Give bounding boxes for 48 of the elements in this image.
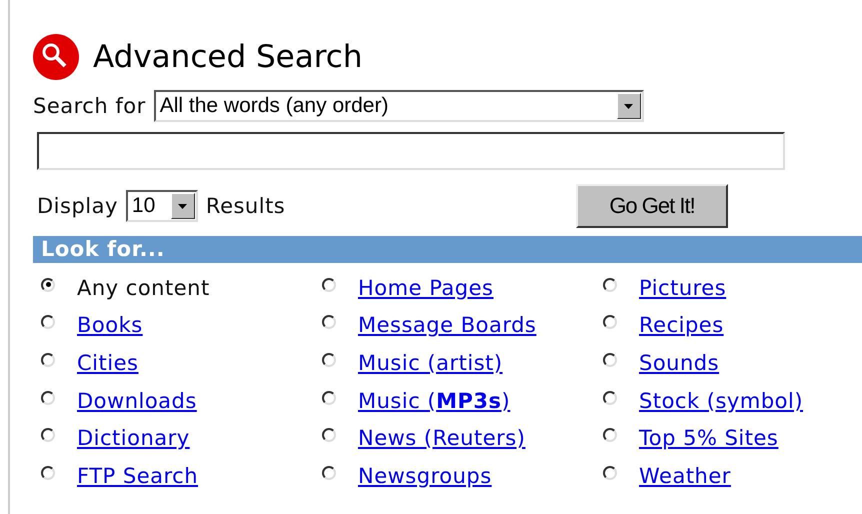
dropdown-arrow-icon xyxy=(624,104,634,108)
radio-button[interactable] xyxy=(41,352,55,367)
option-link[interactable]: Weather xyxy=(639,464,731,488)
option-link[interactable]: Sounds xyxy=(639,350,720,375)
radio-button[interactable] xyxy=(41,466,55,480)
radio-button[interactable] xyxy=(603,315,617,330)
option-link[interactable]: FTP Search xyxy=(77,464,198,488)
radio-button[interactable] xyxy=(41,390,55,405)
option-link[interactable]: Message Boards xyxy=(358,313,536,338)
option-link[interactable]: Stock (symbol) xyxy=(639,388,804,413)
page-title: Advanced Search xyxy=(93,39,362,75)
option-link[interactable]: Music (artist) xyxy=(358,350,503,375)
option-link[interactable]: Newsgroups xyxy=(358,464,492,488)
option-link[interactable]: Dictionary xyxy=(77,426,190,450)
radio-button[interactable] xyxy=(322,390,336,405)
radio-button[interactable] xyxy=(322,278,336,292)
radio-button[interactable] xyxy=(603,428,617,442)
option-link[interactable]: Downloads xyxy=(77,388,197,413)
radio-button[interactable] xyxy=(603,390,617,405)
option-link[interactable]: Books xyxy=(77,313,143,338)
option-link[interactable]: Recipes xyxy=(639,313,724,338)
magnifier-icon xyxy=(33,34,79,80)
radio-button[interactable] xyxy=(41,278,55,292)
option-label: Any content xyxy=(77,276,210,300)
option-link[interactable]: Music (MP3s) xyxy=(358,388,510,413)
radio-button[interactable] xyxy=(41,428,55,442)
radio-button[interactable] xyxy=(322,315,336,330)
option-link[interactable]: Cities xyxy=(77,350,138,375)
radio-button[interactable] xyxy=(41,315,55,330)
radio-button[interactable] xyxy=(322,428,336,442)
go-get-it-button[interactable]: Go Get It! xyxy=(576,184,728,228)
search-mode-dropdown[interactable]: All the words (any order) xyxy=(154,90,644,122)
radio-button[interactable] xyxy=(603,352,617,367)
radio-button[interactable] xyxy=(322,352,336,367)
radio-button[interactable] xyxy=(603,466,617,480)
dropdown-arrow-icon xyxy=(178,204,188,208)
option-link[interactable]: Home Pages xyxy=(358,276,494,300)
search-field[interactable] xyxy=(37,132,785,170)
section-header: Look for... xyxy=(33,236,862,263)
radio-button[interactable] xyxy=(322,466,336,480)
option-link[interactable]: Top 5% Sites xyxy=(639,426,778,450)
results-label: Results xyxy=(206,194,286,218)
search-for-label: Search for xyxy=(33,94,146,118)
option-link[interactable]: Pictures xyxy=(639,276,726,300)
option-link[interactable]: News (Reuters) xyxy=(358,426,526,450)
results-count-dropdown[interactable]: 10 xyxy=(126,190,198,222)
display-label: Display xyxy=(37,194,118,218)
radio-button[interactable] xyxy=(603,278,617,292)
